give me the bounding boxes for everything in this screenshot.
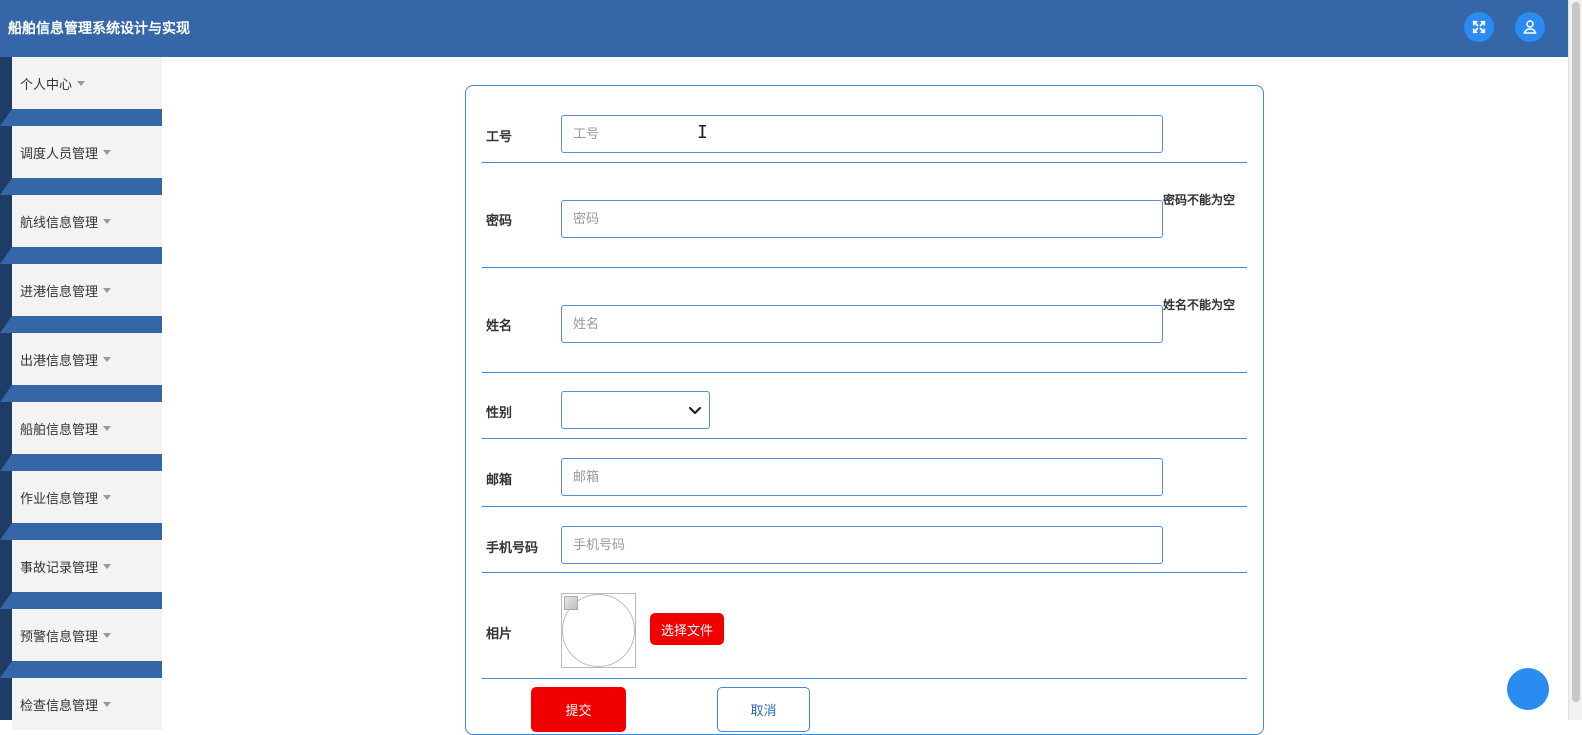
form-row-id: 工号 — [482, 86, 1247, 163]
top-bar: 船舶信息管理系统设计与实现 — [0, 0, 1568, 57]
choose-file-button[interactable]: 选择文件 — [650, 613, 724, 645]
floating-action-button[interactable] — [1507, 668, 1549, 710]
caret-down-icon — [103, 494, 112, 500]
caret-down-icon — [77, 80, 86, 86]
broken-image-icon — [564, 596, 578, 610]
sidebar-divider — [0, 661, 162, 678]
submit-button[interactable]: 提交 — [531, 687, 626, 732]
sidebar-divider — [0, 109, 162, 126]
password-input[interactable] — [561, 200, 1163, 238]
add-dispatcher-form: 工号 密码 密码不能为空 姓名 姓名不能为空 性别 邮箱 手机号码 相片 — [465, 85, 1264, 735]
caret-down-icon — [103, 701, 112, 707]
sidebar-item-label: 航线信息管理 — [20, 215, 99, 231]
sidebar-item-operation[interactable]: 作业信息管理 — [12, 471, 162, 523]
caret-down-icon — [103, 425, 112, 431]
form-row-gender: 性别 — [482, 373, 1247, 439]
caret-down-icon — [103, 356, 112, 362]
sidebar-divider — [0, 592, 162, 609]
app-title: 船舶信息管理系统设计与实现 — [8, 21, 190, 37]
password-error-message: 密码不能为空 — [1163, 193, 1236, 207]
sidebar-item-inspection[interactable]: 检查信息管理 — [12, 678, 162, 730]
sidebar-item-accident[interactable]: 事故记录管理 — [12, 540, 162, 592]
sidebar-item-warning[interactable]: 预警信息管理 — [12, 609, 162, 661]
sidebar-item-label: 作业信息管理 — [20, 491, 99, 507]
sidebar: 个人中心 调度人员管理 航线信息管理 进港信息管理 出港信息管理 船舶信息管理 … — [0, 57, 162, 730]
sidebar-divider — [0, 523, 162, 540]
phone-label: 手机号码 — [486, 541, 539, 556]
sidebar-item-route[interactable]: 航线信息管理 — [12, 195, 162, 247]
caret-down-icon — [103, 149, 112, 155]
caret-down-icon — [103, 287, 112, 293]
gender-select[interactable] — [561, 391, 710, 429]
sidebar-item-label: 进港信息管理 — [20, 284, 99, 300]
gender-label: 性别 — [486, 406, 513, 421]
sidebar-item-label: 调度人员管理 — [20, 146, 99, 162]
sidebar-item-label: 出港信息管理 — [20, 353, 99, 369]
sidebar-divider — [0, 454, 162, 471]
chevron-down-icon — [688, 406, 702, 415]
id-label: 工号 — [486, 130, 513, 145]
page-scrollbar[interactable] — [1568, 0, 1582, 720]
phone-input[interactable] — [561, 526, 1163, 564]
caret-down-icon — [103, 563, 112, 569]
form-row-email: 邮箱 — [482, 439, 1247, 507]
form-row-phone: 手机号码 — [482, 507, 1247, 573]
caret-down-icon — [103, 632, 112, 638]
name-label: 姓名 — [486, 319, 513, 334]
form-row-password: 密码 密码不能为空 — [482, 163, 1247, 268]
sidebar-item-label: 预警信息管理 — [20, 629, 99, 645]
sidebar-item-label: 个人中心 — [20, 77, 73, 93]
user-icon[interactable] — [1515, 12, 1545, 42]
form-row-photo: 相片 选择文件 — [482, 573, 1247, 679]
sidebar-divider — [0, 178, 162, 195]
sidebar-divider — [0, 385, 162, 402]
scrollbar-thumb[interactable] — [1572, 2, 1580, 702]
sidebar-item-arrival[interactable]: 进港信息管理 — [12, 264, 162, 316]
sidebar-divider — [0, 247, 162, 264]
sidebar-item-label: 事故记录管理 — [20, 560, 99, 576]
caret-down-icon — [103, 218, 112, 224]
cancel-button[interactable]: 取消 — [717, 687, 810, 732]
name-error-message: 姓名不能为空 — [1163, 298, 1236, 312]
text-cursor-icon: I — [697, 122, 708, 143]
email-label: 邮箱 — [486, 473, 513, 488]
name-input[interactable] — [561, 305, 1163, 343]
form-row-name: 姓名 姓名不能为空 — [482, 268, 1247, 373]
sidebar-item-personal-center[interactable]: 个人中心 — [12, 57, 162, 109]
sidebar-item-dispatcher[interactable]: 调度人员管理 — [12, 126, 162, 178]
id-input[interactable] — [561, 115, 1163, 153]
email-input[interactable] — [561, 458, 1163, 496]
sidebar-item-label: 船舶信息管理 — [20, 422, 99, 438]
password-label: 密码 — [486, 214, 513, 229]
fullscreen-icon[interactable] — [1464, 12, 1494, 42]
sidebar-item-ship[interactable]: 船舶信息管理 — [12, 402, 162, 454]
photo-label: 相片 — [486, 627, 513, 642]
sidebar-item-departure[interactable]: 出港信息管理 — [12, 333, 162, 385]
sidebar-divider — [0, 316, 162, 333]
sidebar-item-label: 检查信息管理 — [20, 698, 99, 714]
photo-preview — [561, 593, 636, 668]
